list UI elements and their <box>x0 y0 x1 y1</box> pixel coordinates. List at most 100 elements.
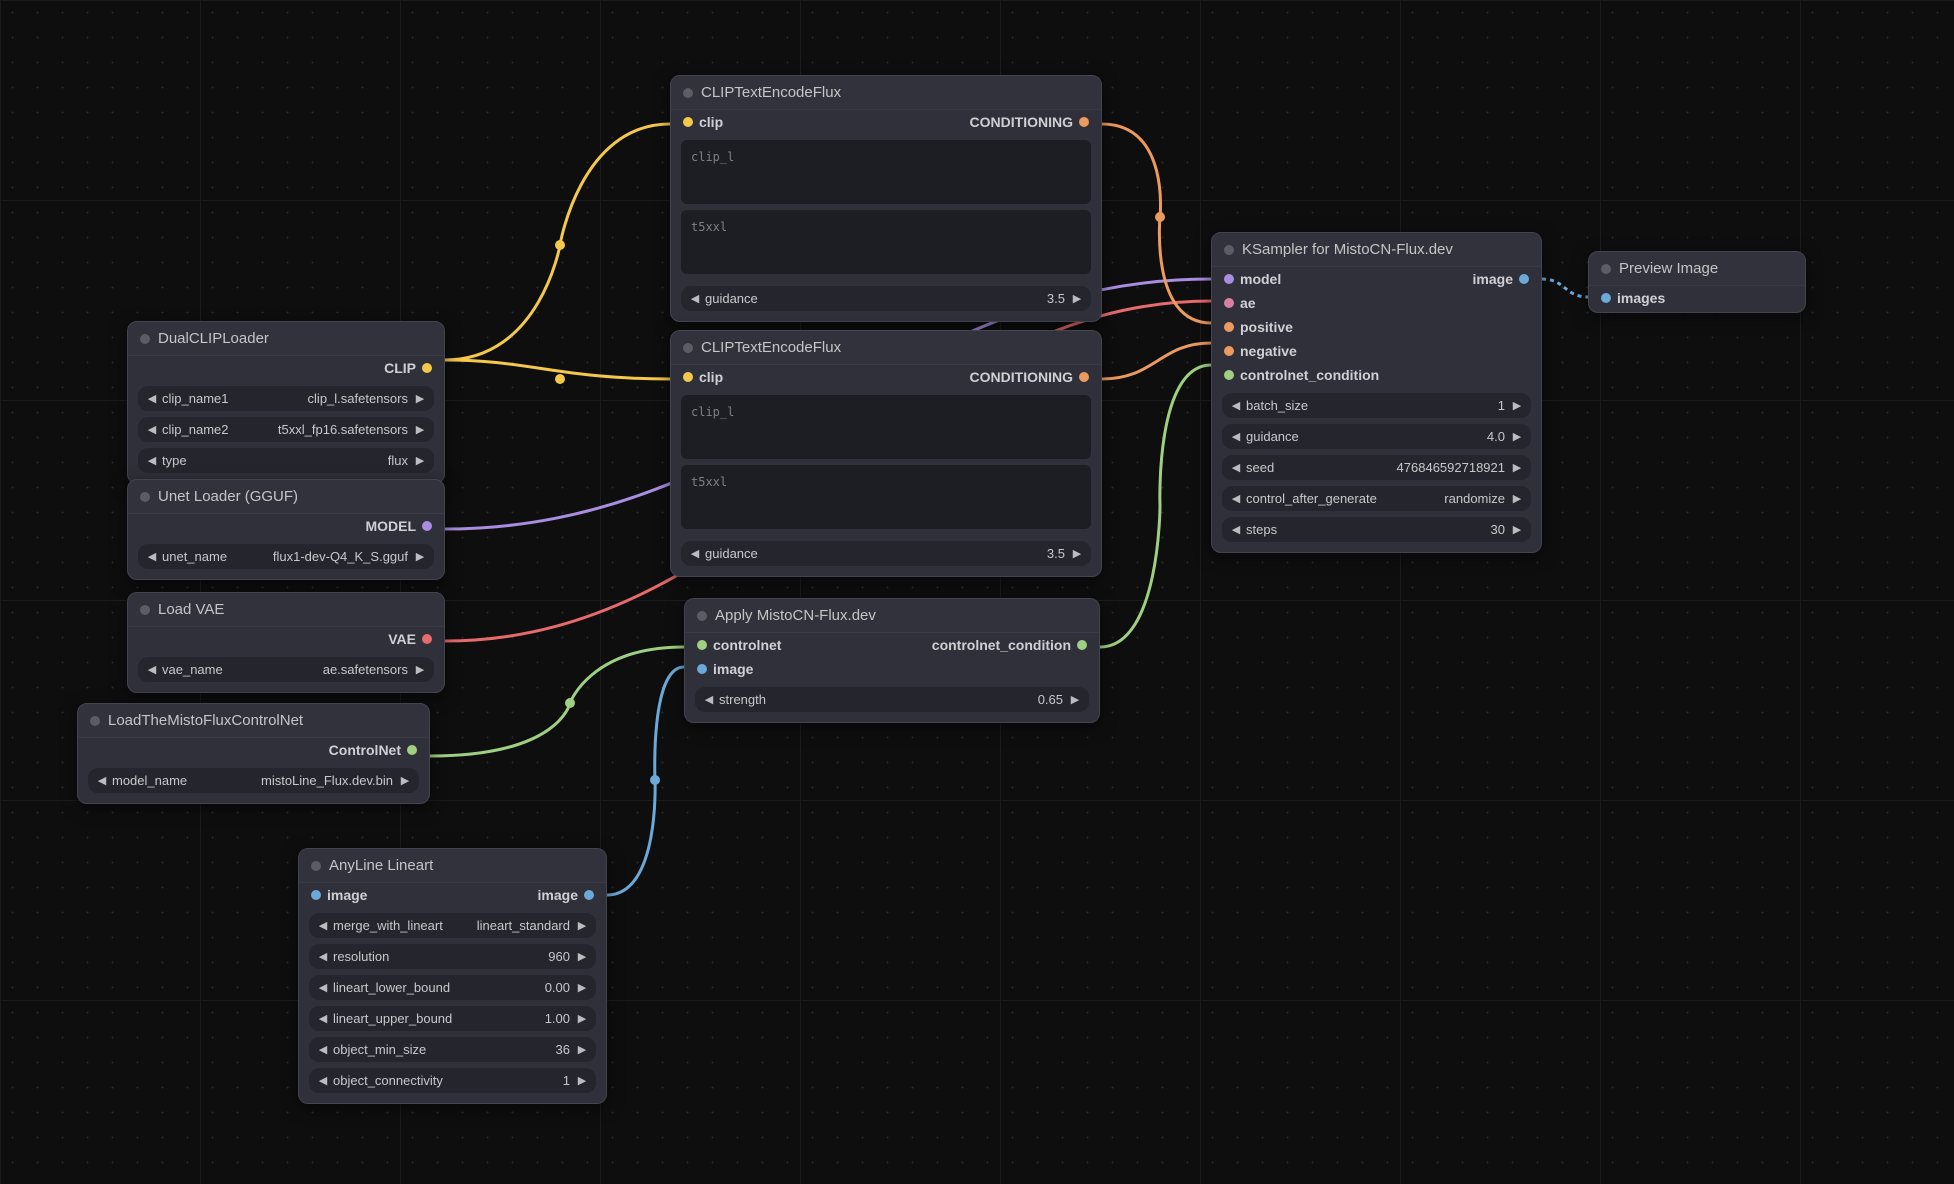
chevron-right-icon: ▶ <box>576 919 588 932</box>
param-lineart-lower-bound[interactable]: ◀lineart_lower_bound0.00▶ <box>309 975 596 1000</box>
param-clip-name2[interactable]: ◀clip_name2t5xxl_fp16.safetensors▶ <box>138 417 434 442</box>
chevron-left-icon: ◀ <box>317 950 329 963</box>
controlnet-input-port[interactable] <box>697 640 707 650</box>
node-canvas[interactable]: DualCLIPLoader CLIP ◀clip_name1clip_l.sa… <box>0 0 1954 1184</box>
param-guidance[interactable]: ◀guidance3.5▶ <box>681 286 1091 311</box>
chevron-right-icon: ▶ <box>1069 693 1081 706</box>
node-apply-mistocn[interactable]: Apply MistoCN-Flux.dev controlnet contro… <box>684 598 1100 723</box>
param-seed[interactable]: ◀seed476846592718921▶ <box>1222 455 1531 480</box>
collapse-dot-icon[interactable] <box>140 605 150 615</box>
chevron-left-icon: ◀ <box>317 981 329 994</box>
param-unet-name[interactable]: ◀unet_nameflux1-dev-Q4_K_S.gguf▶ <box>138 544 434 569</box>
node-clip-text-encode-1[interactable]: CLIPTextEncodeFlux clip CONDITIONING cli… <box>670 75 1102 322</box>
collapse-dot-icon[interactable] <box>90 716 100 726</box>
controlnet-condition-output-port[interactable] <box>1077 640 1087 650</box>
images-input-port[interactable] <box>1601 293 1611 303</box>
node-header[interactable]: KSampler for MistoCN-Flux.dev <box>1212 233 1541 267</box>
chevron-right-icon: ▶ <box>414 550 426 563</box>
conditioning-output-port[interactable] <box>1079 372 1089 382</box>
param-strength[interactable]: ◀strength0.65▶ <box>695 687 1089 712</box>
node-anyline-lineart[interactable]: AnyLine Lineart image image ◀merge_with_… <box>298 848 607 1104</box>
controlnet-output-port[interactable] <box>407 745 417 755</box>
node-header[interactable]: LoadTheMistoFluxControlNet <box>78 704 429 738</box>
param-resolution[interactable]: ◀resolution960▶ <box>309 944 596 969</box>
collapse-dot-icon[interactable] <box>1601 264 1611 274</box>
collapse-dot-icon[interactable] <box>311 861 321 871</box>
collapse-dot-icon[interactable] <box>140 492 150 502</box>
node-header[interactable]: CLIPTextEncodeFlux <box>671 76 1101 110</box>
node-header[interactable]: Unet Loader (GGUF) <box>128 480 444 514</box>
positive-input-port[interactable] <box>1224 322 1234 332</box>
param-object-connectivity[interactable]: ◀object_connectivity1▶ <box>309 1068 596 1093</box>
param-model-name[interactable]: ◀model_namemistoLine_Flux.dev.bin▶ <box>88 768 419 793</box>
node-ksampler[interactable]: KSampler for MistoCN-Flux.dev model imag… <box>1211 232 1542 553</box>
param-lineart-upper-bound[interactable]: ◀lineart_upper_bound1.00▶ <box>309 1006 596 1031</box>
conditioning-output-port[interactable] <box>1079 117 1089 127</box>
chevron-right-icon: ▶ <box>1071 547 1083 560</box>
param-vae-name[interactable]: ◀vae_nameae.safetensors▶ <box>138 657 434 682</box>
node-header[interactable]: AnyLine Lineart <box>299 849 606 883</box>
input-label: clip <box>699 369 723 385</box>
node-header[interactable]: CLIPTextEncodeFlux <box>671 331 1101 365</box>
clip-input-port[interactable] <box>683 117 693 127</box>
collapse-dot-icon[interactable] <box>697 611 707 621</box>
output-label: image <box>538 887 578 903</box>
chevron-left-icon: ◀ <box>1230 523 1242 536</box>
input-label: image <box>713 661 753 677</box>
node-clip-text-encode-2[interactable]: CLIPTextEncodeFlux clip CONDITIONING cli… <box>670 330 1102 577</box>
node-load-vae[interactable]: Load VAE VAE ◀vae_nameae.safetensors▶ <box>127 592 445 693</box>
node-header[interactable]: Apply MistoCN-Flux.dev <box>685 599 1099 633</box>
image-input-port[interactable] <box>697 664 707 674</box>
output-label: CLIP <box>384 360 416 376</box>
chevron-left-icon: ◀ <box>1230 430 1242 443</box>
image-input-port[interactable] <box>311 890 321 900</box>
node-title: AnyLine Lineart <box>329 857 433 874</box>
param-type[interactable]: ◀typeflux▶ <box>138 448 434 473</box>
image-output-port[interactable] <box>584 890 594 900</box>
clip-input-port[interactable] <box>683 372 693 382</box>
collapse-dot-icon[interactable] <box>683 88 693 98</box>
node-header[interactable]: Preview Image <box>1589 252 1805 286</box>
node-load-controlnet[interactable]: LoadTheMistoFluxControlNet ControlNet ◀m… <box>77 703 430 804</box>
chevron-left-icon: ◀ <box>689 547 701 560</box>
node-title: KSampler for MistoCN-Flux.dev <box>1242 241 1453 258</box>
t5xxl-textarea[interactable]: t5xxl <box>681 465 1091 529</box>
node-header[interactable]: DualCLIPLoader <box>128 322 444 356</box>
param-batch-size[interactable]: ◀batch_size1▶ <box>1222 393 1531 418</box>
negative-input-port[interactable] <box>1224 346 1234 356</box>
chevron-right-icon: ▶ <box>576 1074 588 1087</box>
collapse-dot-icon[interactable] <box>140 334 150 344</box>
node-title: Unet Loader (GGUF) <box>158 488 298 505</box>
node-dualcliploader[interactable]: DualCLIPLoader CLIP ◀clip_name1clip_l.sa… <box>127 321 445 484</box>
ae-input-port[interactable] <box>1224 298 1234 308</box>
param-clip-name1[interactable]: ◀clip_name1clip_l.safetensors▶ <box>138 386 434 411</box>
model-output-port[interactable] <box>422 521 432 531</box>
param-control-after-generate[interactable]: ◀control_after_generaterandomize▶ <box>1222 486 1531 511</box>
param-object-min-size[interactable]: ◀object_min_size36▶ <box>309 1037 596 1062</box>
param-guidance[interactable]: ◀guidance3.5▶ <box>681 541 1091 566</box>
chevron-left-icon: ◀ <box>317 1074 329 1087</box>
chevron-left-icon: ◀ <box>317 919 329 932</box>
model-input-port[interactable] <box>1224 274 1234 284</box>
chevron-right-icon: ▶ <box>1071 292 1083 305</box>
controlnet-condition-input-port[interactable] <box>1224 370 1234 380</box>
chevron-right-icon: ▶ <box>576 981 588 994</box>
node-unet-loader[interactable]: Unet Loader (GGUF) MODEL ◀unet_nameflux1… <box>127 479 445 580</box>
collapse-dot-icon[interactable] <box>1224 245 1234 255</box>
t5xxl-textarea[interactable]: t5xxl <box>681 210 1091 274</box>
input-label: positive <box>1240 319 1293 335</box>
chevron-right-icon: ▶ <box>1511 523 1523 536</box>
chevron-right-icon: ▶ <box>414 663 426 676</box>
param-steps[interactable]: ◀steps30▶ <box>1222 517 1531 542</box>
vae-output-port[interactable] <box>422 634 432 644</box>
node-header[interactable]: Load VAE <box>128 593 444 627</box>
clip-l-textarea[interactable]: clip_l <box>681 395 1091 459</box>
param-guidance[interactable]: ◀guidance4.0▶ <box>1222 424 1531 449</box>
param-merge-with-lineart[interactable]: ◀merge_with_lineartlineart_standard▶ <box>309 913 596 938</box>
image-output-port[interactable] <box>1519 274 1529 284</box>
collapse-dot-icon[interactable] <box>683 343 693 353</box>
clip-output-port[interactable] <box>422 363 432 373</box>
node-preview-image[interactable]: Preview Image images <box>1588 251 1806 313</box>
node-title: Apply MistoCN-Flux.dev <box>715 607 876 624</box>
clip-l-textarea[interactable]: clip_l <box>681 140 1091 204</box>
